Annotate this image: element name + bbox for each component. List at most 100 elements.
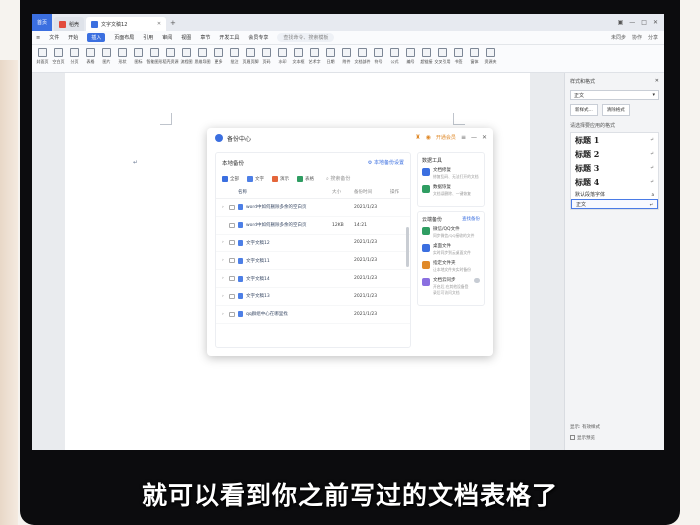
toolbar-tool[interactable]: 页眉页脚 xyxy=(243,48,259,65)
toolbar-tool[interactable]: 分页 xyxy=(68,48,81,65)
home-tab[interactable]: 首页 xyxy=(32,14,52,31)
filter-sheet[interactable]: 表格 xyxy=(297,175,314,182)
row-checkbox[interactable] xyxy=(229,258,235,264)
menu-insert[interactable]: 插入 xyxy=(87,33,106,42)
maximize-icon[interactable]: □ xyxy=(641,19,647,26)
toolbar-tool[interactable]: 超链接 xyxy=(420,48,433,65)
expand-icon[interactable]: › xyxy=(222,294,229,299)
command-search-input[interactable]: 查找命令、搜索模板 xyxy=(277,33,335,42)
filter-word[interactable]: 文字 xyxy=(247,175,264,182)
row-checkbox[interactable] xyxy=(229,240,235,246)
toolbar-tool[interactable]: 智能图形 xyxy=(147,48,163,65)
new-tab-icon[interactable]: + xyxy=(170,19,176,27)
checkbox[interactable] xyxy=(570,435,575,440)
cloud-backup-item[interactable]: 桌面文件 实时同步到云桌面文件 xyxy=(422,244,480,256)
style-heading-1[interactable]: 标题 1 ↵ xyxy=(571,133,658,147)
row-checkbox[interactable] xyxy=(229,311,235,317)
toolbar-tool[interactable]: 附件 xyxy=(340,48,353,65)
toolbar-tool[interactable]: 图标 xyxy=(132,48,145,65)
row-checkbox[interactable] xyxy=(229,293,235,299)
data-tool-item[interactable]: 文档修复 修复乱码、无法打开的文档 xyxy=(422,168,480,180)
toolbar-tool[interactable]: 书签 xyxy=(452,48,465,65)
style-body[interactable]: 正文 ↵ xyxy=(571,199,658,209)
select-all-checkbox[interactable] xyxy=(222,189,238,195)
minimize-icon[interactable]: — xyxy=(471,134,477,141)
collaborate-button[interactable]: 协作 xyxy=(632,34,642,41)
toolbar-tool[interactable]: 日期 xyxy=(324,48,337,65)
close-icon[interactable]: ✕ xyxy=(482,134,487,141)
cloud-backup-item[interactable]: 文档云同步 开启后,在其他设备登录后可访问文档 xyxy=(422,278,480,296)
toolbar-tool[interactable]: 表格 xyxy=(84,48,97,65)
row-checkbox[interactable] xyxy=(229,222,235,228)
menu-icon[interactable]: ≡ xyxy=(36,35,40,41)
sync-toggle[interactable] xyxy=(474,278,480,283)
sync-status[interactable]: 未同步 xyxy=(611,34,626,41)
toolbar-tool[interactable]: 文档部件 xyxy=(355,48,371,65)
tab-document[interactable]: 文字文稿12 ✕ xyxy=(86,17,167,31)
style-default-font[interactable]: 默认段落字体 a xyxy=(571,189,658,199)
backup-row[interactable]: › 文字文稿13 2021/1/23 xyxy=(216,288,410,306)
expand-icon[interactable]: › xyxy=(222,240,229,245)
cloud-backup-item[interactable]: 微信/QQ文件 同步微信/QQ接收的文件 xyxy=(422,227,480,239)
toolbar-tool[interactable]: 符号 xyxy=(372,48,385,65)
toolbar-tool[interactable]: 批注 xyxy=(228,48,241,65)
toolbar-tool[interactable]: 窗体 xyxy=(468,48,481,65)
tab-daoke[interactable]: 稻壳 xyxy=(54,17,85,31)
toolbar-tool[interactable]: 艺术字 xyxy=(308,48,321,65)
backup-row[interactable]: word中如何删除多余的空白页 12KB 14:21 xyxy=(216,217,410,235)
panel-close-icon[interactable]: ✕ xyxy=(655,78,659,85)
backup-row[interactable]: › 文字文稿14 2021/1/23 xyxy=(216,270,410,288)
toolbar-tool[interactable]: 文本框 xyxy=(292,48,305,65)
local-backup-settings-link[interactable]: ⚙ 本地备份设置 xyxy=(368,159,404,167)
backup-row[interactable]: › 文字文稿11 2021/1/23 xyxy=(216,252,410,271)
show-filter[interactable]: 显示: 有效样式 xyxy=(570,422,600,433)
backup-search-input[interactable]: ⌕ 搜索备份 xyxy=(326,175,350,182)
current-style-select[interactable]: 正文 ▾ xyxy=(570,90,659,100)
toolbar-tool[interactable]: 空白页 xyxy=(52,48,65,65)
toolbar-tool[interactable]: 交叉引用 xyxy=(435,48,451,65)
vip-link[interactable]: 开通会员 xyxy=(436,134,456,141)
toolbar-tool[interactable]: 稻壳资源 xyxy=(163,48,179,65)
toolbar-tool[interactable]: 页码 xyxy=(260,48,273,65)
filter-ppt[interactable]: 演示 xyxy=(272,175,289,182)
expand-icon[interactable]: › xyxy=(222,276,229,281)
style-heading-4[interactable]: 标题 4 ↵ xyxy=(571,175,658,189)
backup-row[interactable]: › word中如何删除多余的空白页 2021/1/23 xyxy=(216,199,410,217)
style-heading-2[interactable]: 标题 2 ↵ xyxy=(571,147,658,161)
close-tab-icon[interactable]: ✕ xyxy=(157,21,161,27)
cloud-backup-item[interactable]: 指定文件夹 让本地文件夹实时备份 xyxy=(422,261,480,273)
backup-row[interactable]: › 文字文稿12 2021/1/23 xyxy=(216,235,410,253)
backup-row[interactable]: › qq群组中心在哪里找 2021/1/23 xyxy=(216,306,410,324)
expand-icon[interactable]: › xyxy=(222,258,229,263)
minimize-icon[interactable]: — xyxy=(629,19,635,26)
toolbar-tool[interactable]: 封面页 xyxy=(36,48,49,65)
toolbar-tool[interactable]: 思维导图 xyxy=(195,48,211,65)
menu-developer[interactable]: 开发工具 xyxy=(219,34,239,41)
toolbar-tool[interactable]: 图片 xyxy=(100,48,113,65)
toolbar-tool[interactable]: 水印 xyxy=(276,48,289,65)
menu-file[interactable]: 文件 xyxy=(49,34,59,41)
toolbar-tool[interactable]: 资源夹 xyxy=(484,48,497,65)
find-backup-link[interactable]: 查找备份 xyxy=(462,216,480,223)
expand-icon[interactable]: › xyxy=(222,205,229,210)
avatar-icon[interactable]: ♜ xyxy=(415,134,420,141)
style-heading-3[interactable]: 标题 3 ↵ xyxy=(571,161,658,175)
menu-references[interactable]: 引用 xyxy=(143,34,153,41)
toolbar-tool[interactable]: 形状 xyxy=(116,48,129,65)
data-tool-item[interactable]: 数据恢复 文档误删除、一键恢复 xyxy=(422,185,480,197)
toolbar-tool[interactable]: 流程图 xyxy=(180,48,193,65)
toolbar-tool[interactable]: 公式 xyxy=(388,48,401,65)
menu-icon[interactable]: ≡ xyxy=(461,134,466,141)
menu-member[interactable]: 会员专享 xyxy=(248,34,268,41)
scrollbar[interactable] xyxy=(406,227,409,267)
row-checkbox[interactable] xyxy=(229,204,235,210)
row-checkbox[interactable] xyxy=(229,276,235,282)
close-window-icon[interactable]: ✕ xyxy=(653,19,658,26)
toolbar-tool[interactable]: 编号 xyxy=(404,48,417,65)
new-style-button[interactable]: 新样式... xyxy=(570,104,598,116)
menu-section[interactable]: 章节 xyxy=(200,34,210,41)
toolbar-tool[interactable]: 更多 xyxy=(212,48,225,65)
preview-toggle[interactable]: 显示预览 xyxy=(570,433,600,444)
tile-icon[interactable]: ▣ xyxy=(618,19,624,26)
share-button[interactable]: 分享 xyxy=(648,34,658,41)
